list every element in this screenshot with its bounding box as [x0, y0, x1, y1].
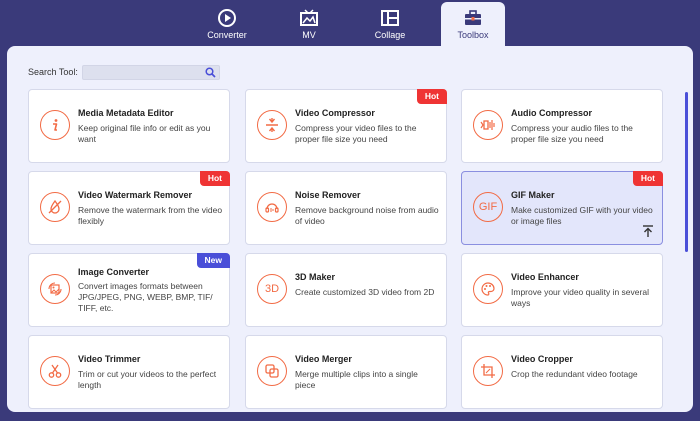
tool-card-gif-maker[interactable]: GIF GIF Maker Make customized GIF with y… [461, 171, 663, 245]
noise-remove-icon [257, 192, 287, 222]
tab-collage-label: Collage [374, 30, 406, 40]
tool-card-audio-compressor[interactable]: Audio Compressor Compress your audio fil… [461, 89, 663, 163]
collage-icon [381, 10, 399, 26]
gif-icon: GIF [473, 192, 503, 222]
search-icon[interactable] [205, 66, 216, 78]
tool-card-video-enhancer[interactable]: Video Enhancer Improve your video qualit… [461, 253, 663, 327]
tool-card-video-trimmer[interactable]: Video Trimmer Trim or cut your videos to… [28, 335, 230, 409]
tool-title: 3D Maker [295, 272, 336, 282]
tool-card-3d-maker[interactable]: 3D 3D Maker Create customized 3D video f… [245, 253, 447, 327]
tool-desc: Crop the redundant video footage [511, 369, 638, 379]
tool-title: Media Metadata Editor [78, 108, 174, 118]
search-box [81, 64, 220, 82]
tab-collage[interactable]: Collage [358, 2, 422, 46]
compress-icon [257, 110, 287, 140]
tool-desc: Trim or cut your videos to the perfect l… [78, 369, 217, 390]
tool-desc: Remove background noise from audio of vi… [295, 205, 439, 226]
tool-desc: Remove the watermark from the video flex… [78, 205, 223, 226]
tool-title: Audio Compressor [511, 108, 593, 118]
hot-badge: Hot [632, 171, 663, 186]
3d-icon-text: 3D [264, 283, 280, 295]
tool-title: Video Cropper [511, 354, 573, 364]
tool-title: Noise Remover [295, 190, 361, 200]
image-convert-icon [40, 274, 70, 304]
tool-desc: Keep original file info or edit as you w… [78, 123, 211, 144]
tool-card-noise-remover[interactable]: Noise Remover Remove background noise fr… [245, 171, 447, 245]
mv-icon [300, 9, 318, 26]
tab-toolbox[interactable]: Toolbox [441, 2, 505, 48]
hot-badge: Hot [199, 171, 230, 186]
tab-converter[interactable]: Converter [195, 2, 259, 46]
3d-icon: 3D [257, 274, 287, 304]
tool-desc: Merge multiple clips into a single piece [295, 369, 418, 390]
new-badge: New [196, 253, 230, 268]
tool-desc: Create customized 3D video from 2D [295, 287, 435, 297]
tab-mv-label: MV [302, 30, 316, 40]
watermark-remove-icon [40, 192, 70, 222]
search-label: Search Tool: [28, 67, 78, 77]
tab-toolbox-label: Toolbox [457, 30, 489, 40]
tool-title: Video Trimmer [78, 354, 141, 364]
tool-title: Image Converter [78, 267, 150, 277]
tool-desc: Compress your video files to the proper … [295, 123, 417, 144]
merge-icon [257, 356, 287, 386]
scrollbar[interactable] [685, 92, 688, 252]
toolbox-panel: Search Tool: Media Metadata Editor Keep … [7, 46, 693, 412]
tool-card-image-converter[interactable]: Image Converter Convert images formats b… [28, 253, 230, 327]
tool-card-video-compressor[interactable]: Video Compressor Compress your video fil… [245, 89, 447, 163]
palette-icon [473, 274, 503, 304]
tool-desc: Make customized GIF with your video or i… [511, 205, 653, 226]
crop-icon [473, 356, 503, 386]
gif-icon-text: GIF [478, 201, 498, 213]
info-icon [40, 110, 70, 140]
tool-desc: Compress your audio files to the proper … [511, 123, 633, 144]
tool-card-video-cropper[interactable]: Video Cropper Crop the redundant video f… [461, 335, 663, 409]
tool-desc: Improve your video quality in several wa… [511, 287, 649, 308]
tab-converter-label: Converter [207, 30, 247, 40]
upload-icon[interactable] [642, 225, 654, 238]
scissors-icon [40, 356, 70, 386]
tool-title: Video Enhancer [511, 272, 579, 282]
toolbox-icon [465, 10, 481, 25]
tool-title: Video Compressor [295, 108, 375, 118]
tool-card-media-metadata-editor[interactable]: Media Metadata Editor Keep original file… [28, 89, 230, 163]
search-input[interactable] [82, 69, 203, 82]
tab-mv[interactable]: MV [277, 2, 341, 46]
tool-title: GIF Maker [511, 190, 555, 200]
converter-icon [218, 9, 236, 27]
tool-title: Video Watermark Remover [78, 190, 193, 200]
top-nav: Converter MV Collage Toolbox [0, 0, 700, 48]
tool-card-video-watermark-remover[interactable]: Video Watermark Remover Remove the water… [28, 171, 230, 245]
hot-badge: Hot [416, 89, 447, 104]
tool-desc: Convert images formats between JPG/JPEG,… [78, 281, 213, 313]
tool-title: Video Merger [295, 354, 352, 364]
audio-compress-icon [473, 110, 503, 140]
tool-card-video-merger[interactable]: Video Merger Merge multiple clips into a… [245, 335, 447, 409]
search-row: Search Tool: [28, 64, 220, 82]
